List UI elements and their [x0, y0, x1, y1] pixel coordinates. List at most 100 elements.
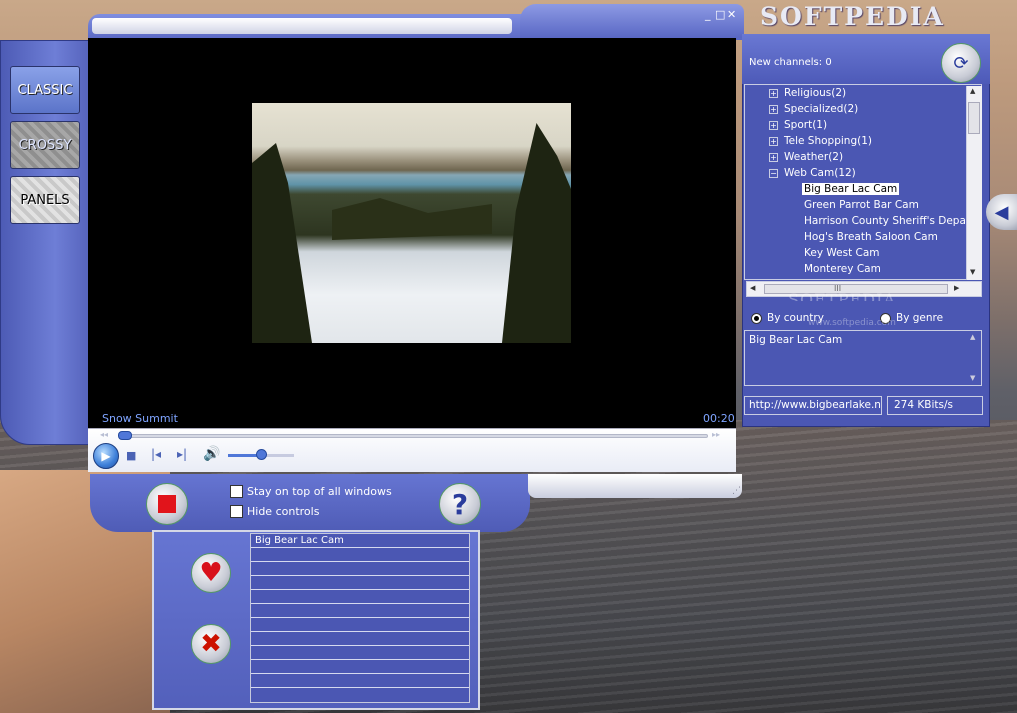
remove-favorite-button[interactable]: ✖ — [191, 624, 231, 664]
tree-item-religious[interactable]: + Religious(2) — [769, 85, 846, 101]
help-button[interactable]: ? — [439, 483, 481, 525]
expand-icon[interactable]: + — [769, 152, 778, 162]
tree-item-specialized[interactable]: + Specialized(2) — [769, 101, 858, 117]
previous-icon[interactable]: |◂ — [151, 447, 161, 461]
tree-item-web-cam[interactable]: − Web Cam(12) — [769, 165, 856, 181]
tree-item-big-bear-lac-cam[interactable]: Big Bear Lac Cam — [802, 181, 900, 197]
delete-heart-icon: ✖ — [200, 629, 222, 659]
volume-thumb[interactable] — [256, 449, 267, 460]
list-item[interactable] — [251, 590, 469, 604]
skin-panels-button[interactable]: PANELS — [10, 176, 80, 224]
tree-item-label: Specialized(2) — [784, 103, 859, 115]
tree-item-hogs-breath[interactable]: Hog's Breath Saloon Cam — [804, 229, 938, 245]
list-item[interactable] — [251, 618, 469, 632]
maximize-icon[interactable]: □ — [715, 8, 725, 21]
tree-item-label: Sport(1) — [784, 119, 828, 131]
tree-item-label: Harrison County Sheriff's Departm — [804, 215, 966, 227]
expand-icon[interactable]: + — [769, 120, 778, 130]
list-item[interactable] — [251, 632, 469, 646]
list-item[interactable] — [251, 674, 469, 688]
list-item[interactable] — [251, 604, 469, 618]
video-frame-webcam-image — [252, 103, 571, 343]
hide-controls-option[interactable]: Hide controls — [230, 505, 319, 518]
title-bar-inset — [92, 18, 512, 34]
play-button[interactable]: ▶ — [93, 443, 119, 469]
channel-url-field[interactable]: http://www.bigbearlake.ne — [744, 396, 882, 415]
video-time: 00:20 — [703, 412, 735, 425]
channel-info-box: Big Bear Lac Cam — [744, 330, 982, 386]
list-item[interactable] — [251, 576, 469, 590]
tree-item-label: Green Parrot Bar Cam — [804, 199, 919, 211]
expand-icon[interactable]: + — [769, 88, 778, 98]
stay-on-top-label: Stay on top of all windows — [247, 485, 392, 498]
play-icon: ▶ — [101, 449, 111, 463]
seek-forward-icon: ▸▸ — [712, 430, 721, 439]
tree-item-sport[interactable]: + Sport(1) — [769, 117, 827, 133]
bitrate-field: 274 KBits/s — [887, 396, 983, 415]
list-item[interactable] — [251, 646, 469, 660]
close-icon[interactable]: ✕ — [727, 8, 736, 21]
tree-item-label: Hog's Breath Saloon Cam — [804, 231, 938, 243]
collapse-panel-button[interactable]: ◀ — [986, 194, 1017, 230]
tree-item-label-selected: Big Bear Lac Cam — [802, 183, 900, 195]
tree-item-label: Weather(2) — [784, 151, 844, 163]
by-country-radio[interactable] — [751, 312, 762, 324]
stop-icon[interactable]: ■ — [126, 449, 136, 462]
stay-on-top-checkbox[interactable] — [230, 485, 243, 498]
tree-item-label: Monterey Cam — [804, 263, 881, 275]
softpedia-watermark-url: www.softpedia.com — [808, 318, 896, 328]
tree-item-label: Key West Cam — [804, 247, 880, 259]
tree-item-label: Tele Shopping(1) — [784, 135, 872, 147]
hide-controls-label: Hide controls — [247, 505, 320, 518]
video-channel-caption: Snow Summit — [102, 412, 178, 425]
softpedia-logo: SOFTPEDIA — [760, 2, 945, 31]
image-trees-right — [502, 123, 571, 343]
skin-classic-button[interactable]: CLASSIC — [10, 66, 80, 114]
expand-icon[interactable]: + — [769, 136, 778, 146]
heart-icon: ♥ — [199, 558, 223, 588]
tree-vertical-thumb[interactable] — [968, 102, 980, 134]
image-treeline — [332, 198, 492, 240]
scroll-right-icon[interactable]: ▶ — [954, 284, 959, 292]
expand-icon[interactable]: + — [769, 104, 778, 114]
refresh-channels-button[interactable]: ⟳ — [941, 43, 981, 83]
tree-item-green-parrot[interactable]: Green Parrot Bar Cam — [804, 197, 919, 213]
tree-item-harrison-county[interactable]: Harrison County Sheriff's Departm — [804, 213, 966, 229]
seek-thumb[interactable] — [118, 431, 132, 440]
info-scroll-up-icon[interactable]: ▲ — [970, 333, 975, 341]
new-channels-label: New channels: 0 — [749, 57, 832, 68]
next-icon[interactable]: ▸| — [177, 447, 187, 461]
tree-item-label: Web Cam(12) — [784, 167, 856, 179]
record-stop-button[interactable] — [146, 483, 188, 525]
seek-back-icon: ◂◂ — [100, 430, 109, 439]
refresh-icon: ⟳ — [953, 52, 969, 74]
favorites-list[interactable]: Big Bear Lac Cam — [250, 533, 470, 703]
bottom-bar-right — [528, 474, 742, 498]
tree-item-label: Religious(2) — [784, 87, 847, 99]
tree-item-monterey[interactable]: Monterey Cam — [804, 261, 881, 277]
scroll-down-icon[interactable]: ▼ — [970, 268, 975, 276]
stop-square-icon — [158, 495, 176, 513]
arrow-left-icon: ◀ — [994, 201, 1009, 223]
list-item[interactable] — [251, 660, 469, 674]
skin-crossy-button[interactable]: CROSSY — [10, 121, 80, 169]
list-item[interactable] — [251, 562, 469, 576]
image-trees-left — [252, 143, 312, 343]
list-item[interactable]: Big Bear Lac Cam — [251, 534, 469, 548]
speaker-icon[interactable]: 🔊 — [203, 446, 220, 462]
stay-on-top-option[interactable]: Stay on top of all windows — [230, 485, 392, 498]
hide-controls-checkbox[interactable] — [230, 505, 243, 518]
tree-item-tele-shopping[interactable]: + Tele Shopping(1) — [769, 133, 872, 149]
list-item[interactable] — [251, 548, 469, 562]
add-favorite-button[interactable]: ♥ — [191, 553, 231, 593]
info-scroll-down-icon[interactable]: ▼ — [970, 374, 975, 382]
scroll-up-icon[interactable]: ▲ — [970, 87, 975, 95]
by-genre-label: By genre — [896, 312, 944, 324]
seek-bar[interactable] — [122, 434, 708, 438]
collapse-icon[interactable]: − — [769, 168, 778, 178]
scroll-left-icon[interactable]: ◀ — [750, 284, 755, 292]
resize-grip-icon[interactable]: ⋰ — [732, 486, 741, 496]
tree-item-weather[interactable]: + Weather(2) — [769, 149, 843, 165]
tree-item-key-west[interactable]: Key West Cam — [804, 245, 880, 261]
minimize-icon[interactable]: _ — [705, 8, 711, 21]
